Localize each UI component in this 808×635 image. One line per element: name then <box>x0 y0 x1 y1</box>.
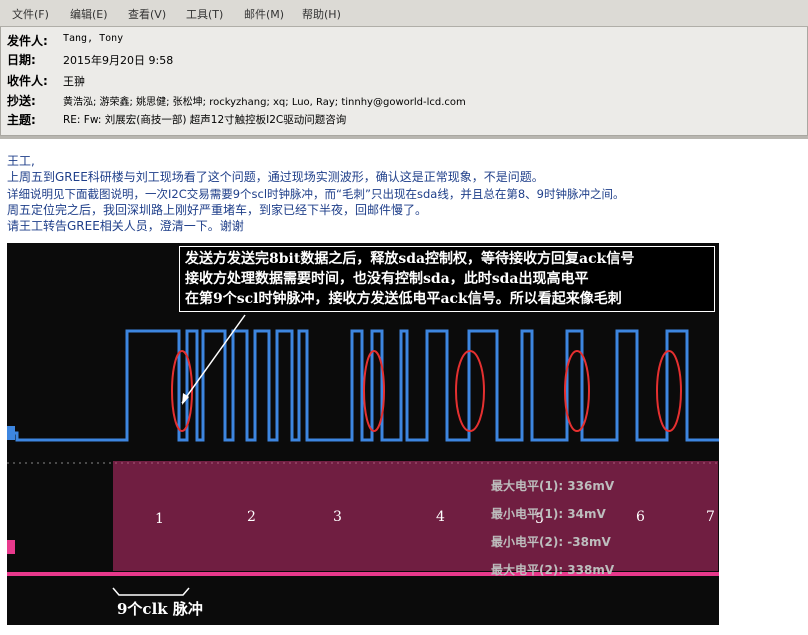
byte-number: 6 <box>636 509 645 525</box>
from-row: 发件人: Tang, Tony <box>1 32 801 50</box>
callout-arrow <box>181 314 246 404</box>
message-header: 发件人: Tang, Tony 日期: 2015年9月20日 9:58 收件人:… <box>0 27 808 136</box>
date-value: 2015年9月20日 9:58 <box>63 54 174 67</box>
body-line: 详细说明见下面截图说明，一次I2C交易需要9个scl时钟脉冲，而“毛刺”只出现在… <box>7 186 625 201</box>
to-row: 收件人: 王翀 <box>1 72 801 90</box>
byte-number: 3 <box>333 509 342 525</box>
body-line: 王工, <box>7 154 35 168</box>
byte-number: 7 <box>706 509 715 525</box>
menu-view[interactable]: 查看(V) <box>128 6 166 22</box>
measurement-readout: 最小电平(1): 34mV <box>491 507 606 521</box>
callout-line: 发送方发送完8bit数据之后，释放sda控制权，等待接收方回复ack信号 <box>185 251 635 267</box>
measurement-readout: 最大电平(2): 338mV <box>491 563 615 577</box>
channel-2-marker <box>7 540 15 554</box>
from-value[interactable]: Tang, Tony <box>63 33 123 44</box>
callout-line: 接收方处理数据需要时间，也没有控制sda，此时sda出现高电平 <box>185 271 589 287</box>
glitch-ellipse <box>656 350 682 432</box>
subject-label: 主题: <box>7 113 36 127</box>
byte-number: 1 <box>155 511 164 527</box>
menu-mail[interactable]: 邮件(M) <box>244 6 284 22</box>
to-value[interactable]: 王翀 <box>63 73 85 89</box>
message-body: 王工, 上周五到GREE科研楼与刘工现场看了这个问题，通过现场实测波形，确认这是… <box>7 153 807 234</box>
cc-value[interactable]: 黄浩泓; 游荣鑫; 姚思健; 张松坤; rockyzhang; xq; Luo,… <box>63 93 466 108</box>
header-separator <box>0 136 808 139</box>
byte-number: 2 <box>247 509 256 525</box>
oscilloscope-screenshot: 发送方发送完8bit数据之后，释放sda控制权，等待接收方回复ack信号 接收方… <box>7 243 719 625</box>
scl-pulses <box>113 461 718 571</box>
menu-help[interactable]: 帮助(H) <box>302 6 341 22</box>
callout-line: 在第9个scl时钟脉冲，接收方发送低电平ack信号。所以看起来像毛刺 <box>185 291 622 307</box>
explanation-callout: 发送方发送完8bit数据之后，释放sda控制权，等待接收方回复ack信号 接收方… <box>179 246 715 312</box>
menu-bar: 文件(F) 编辑(E) 查看(V) 工具(T) 邮件(M) 帮助(H) <box>0 0 808 27</box>
glitch-ellipse <box>564 350 590 432</box>
body-line: 周五定位完之后，我回深圳路上刚好严重堵车，到家已经下半夜，回邮件慢了。 <box>7 202 428 217</box>
menu-edit[interactable]: 编辑(E) <box>70 6 108 22</box>
body-line: 上周五到GREE科研楼与刘工现场看了这个问题，通过现场实测波形，确认这是正常现象… <box>7 170 544 185</box>
menu-file[interactable]: 文件(F) <box>12 6 49 22</box>
cc-label: 抄送: <box>7 94 36 108</box>
subject-row: 主题: RE: Fw: 刘展宏(商技一部) 超声12寸触控板I2C驱动问题咨询 <box>1 111 801 129</box>
channel-1-marker <box>7 426 15 440</box>
byte-number: 4 <box>436 509 445 525</box>
measurement-readout: 最小电平(2): -38mV <box>491 535 611 549</box>
glitch-ellipse <box>171 350 193 432</box>
clk-brace <box>112 587 190 596</box>
body-line: 请王工转告GREE相关人员，澄清一下。谢谢 <box>7 219 244 234</box>
menu-tools[interactable]: 工具(T) <box>186 6 223 22</box>
from-label: 发件人: <box>7 34 48 48</box>
date-label: 日期: <box>7 53 36 67</box>
to-label: 收件人: <box>7 74 48 88</box>
measurement-readout: 最大电平(1): 336mV <box>491 479 615 493</box>
subject-value: RE: Fw: 刘展宏(商技一部) 超声12寸触控板I2C驱动问题咨询 <box>63 114 347 126</box>
cc-row: 抄送: 黄浩泓; 游荣鑫; 姚思健; 张松坤; rockyzhang; xq; … <box>1 92 801 110</box>
sda-trace <box>7 329 719 442</box>
date-row: 日期: 2015年9月20日 9:58 <box>1 51 801 69</box>
clk-pulse-label: 9个clk 脉冲 <box>117 600 203 618</box>
